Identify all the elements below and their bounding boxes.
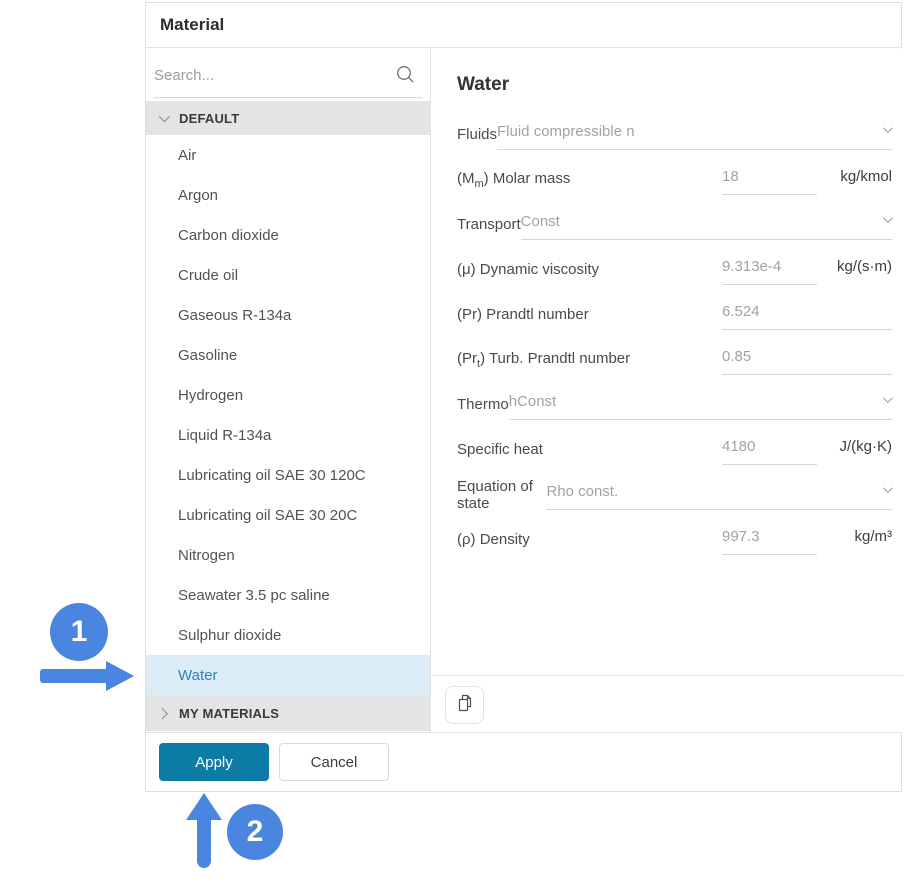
- field-specific-heat: Specific heat 4180 J/(kg·K): [457, 427, 892, 472]
- field-turb-prandtl-number: (Prt) Turb. Prandtl number 0.85: [457, 337, 892, 382]
- search-underline: [154, 97, 422, 98]
- annotation-step-2-badge: 2: [227, 804, 283, 860]
- list-item-argon[interactable]: Argon: [146, 175, 430, 215]
- field-label: Equation of state: [457, 478, 546, 512]
- list-item-air[interactable]: Air: [146, 135, 430, 175]
- list-item-sulphur-dioxide[interactable]: Sulphur dioxide: [146, 615, 430, 655]
- chevron-down-icon: [883, 483, 893, 493]
- select-value: Const: [521, 213, 578, 230]
- turb-prandtl-input[interactable]: 0.85: [722, 345, 892, 375]
- field-thermo: Thermo hConst: [457, 382, 892, 427]
- thermo-select[interactable]: hConst: [509, 390, 892, 420]
- viscosity-control: 9.313e-4 kg/(s·m): [722, 255, 892, 285]
- list-item-nitrogen[interactable]: Nitrogen: [146, 535, 430, 575]
- magnifier-icon: [395, 64, 416, 90]
- turb-prandtl-control: 0.85: [722, 345, 892, 375]
- list-item-carbon-dioxide[interactable]: Carbon dioxide: [146, 215, 430, 255]
- field-label: (μ) Dynamic viscosity: [457, 261, 599, 278]
- page-background: Material DEFAULT Air Argon: [0, 0, 906, 883]
- prandtl-input[interactable]: 6.524: [722, 300, 892, 330]
- copy-icon: [455, 693, 475, 718]
- list-item-hydrogen[interactable]: Hydrogen: [146, 375, 430, 415]
- annotation-step-1-badge: 1: [50, 603, 108, 661]
- material-detail-panel: Water Fluids Fluid compressible n (Mm) M…: [432, 49, 903, 732]
- property-fields: Fluids Fluid compressible n (Mm) Molar m…: [457, 112, 892, 562]
- field-equation-of-state: Equation of state Rho const.: [457, 472, 892, 517]
- field-label: (ρ) Density: [457, 531, 530, 548]
- detail-title: Water: [457, 74, 509, 96]
- list-item-liquid-r134a[interactable]: Liquid R-134a: [146, 415, 430, 455]
- chevron-down-icon: [883, 393, 893, 403]
- select-value: Rho const.: [546, 483, 636, 500]
- list-item-gasoline[interactable]: Gasoline: [146, 335, 430, 375]
- section-label: MY MATERIALS: [179, 706, 279, 721]
- field-label: (Mm) Molar mass: [457, 170, 570, 190]
- select-value: Fluid compressible n: [497, 123, 653, 140]
- copy-material-button[interactable]: [445, 686, 484, 724]
- annotation-arrow-right-head: [106, 661, 134, 691]
- field-label: Fluids: [457, 126, 497, 143]
- field-transport: Transport Const: [457, 202, 892, 247]
- sidebar-section-default[interactable]: DEFAULT: [146, 101, 430, 135]
- list-item-crude-oil[interactable]: Crude oil: [146, 255, 430, 295]
- dialog-footer: Apply Cancel: [146, 732, 901, 791]
- dialog-title-bar: Material: [146, 3, 901, 48]
- transport-select[interactable]: Const: [521, 210, 892, 240]
- field-label: (Pr) Prandtl number: [457, 306, 589, 323]
- list-item-water[interactable]: Water: [146, 655, 430, 695]
- material-sidebar: DEFAULT Air Argon Carbon dioxide Crude o…: [146, 49, 431, 732]
- unit-label: kg/m³: [855, 528, 893, 551]
- apply-button[interactable]: Apply: [159, 743, 269, 781]
- material-list: Air Argon Carbon dioxide Crude oil Gaseo…: [146, 135, 430, 695]
- list-item-lubricating-oil-120c[interactable]: Lubricating oil SAE 30 120C: [146, 455, 430, 495]
- list-item-gaseous-r134a[interactable]: Gaseous R-134a: [146, 295, 430, 335]
- specific-heat-control: 4180 J/(kg·K): [722, 435, 892, 465]
- material-dialog: Material DEFAULT Air Argon: [145, 2, 902, 792]
- chevron-down-icon: [159, 111, 170, 122]
- field-fluids: Fluids Fluid compressible n: [457, 112, 892, 157]
- annotation-arrow-up-head: [186, 793, 222, 820]
- field-density: (ρ) Density 997.3 kg/m³: [457, 517, 892, 562]
- select-value: hConst: [509, 393, 575, 410]
- equation-of-state-select[interactable]: Rho const.: [546, 480, 892, 510]
- sidebar-section-my-materials[interactable]: MY MATERIALS: [146, 695, 430, 731]
- viscosity-input[interactable]: 9.313e-4: [722, 255, 817, 285]
- molar-mass-input[interactable]: 18: [722, 165, 817, 195]
- list-item-lubricating-oil-20c[interactable]: Lubricating oil SAE 30 20C: [146, 495, 430, 535]
- search-input[interactable]: [154, 57, 394, 93]
- chevron-down-icon: [883, 123, 893, 133]
- prandtl-control: 6.524: [722, 300, 892, 330]
- dialog-title: Material: [160, 15, 224, 35]
- field-label: Thermo: [457, 396, 509, 413]
- cancel-button[interactable]: Cancel: [279, 743, 389, 781]
- chevron-right-icon: [157, 708, 168, 719]
- section-label: DEFAULT: [179, 111, 239, 126]
- field-label: Specific heat: [457, 441, 543, 458]
- unit-label: kg/kmol: [840, 168, 892, 191]
- search-row: [146, 49, 430, 101]
- density-control: 997.3 kg/m³: [722, 525, 892, 555]
- unit-label: J/(kg·K): [840, 438, 893, 461]
- fluids-select[interactable]: Fluid compressible n: [497, 120, 892, 150]
- annotation-arrow-up: [197, 818, 211, 868]
- density-input[interactable]: 997.3: [722, 525, 817, 555]
- list-item-seawater[interactable]: Seawater 3.5 pc saline: [146, 575, 430, 615]
- field-label: (Prt) Turb. Prandtl number: [457, 350, 630, 370]
- specific-heat-input[interactable]: 4180: [722, 435, 817, 465]
- panel-separator: [432, 675, 903, 676]
- field-prandtl-number: (Pr) Prandtl number 6.524: [457, 292, 892, 337]
- field-molar-mass: (Mm) Molar mass 18 kg/kmol: [457, 157, 892, 202]
- field-label: Transport: [457, 216, 521, 233]
- chevron-down-icon: [883, 213, 893, 223]
- unit-label: kg/(s·m): [837, 258, 892, 281]
- field-dynamic-viscosity: (μ) Dynamic viscosity 9.313e-4 kg/(s·m): [457, 247, 892, 292]
- molar-mass-control: 18 kg/kmol: [722, 165, 892, 195]
- annotation-arrow-right: [40, 669, 108, 683]
